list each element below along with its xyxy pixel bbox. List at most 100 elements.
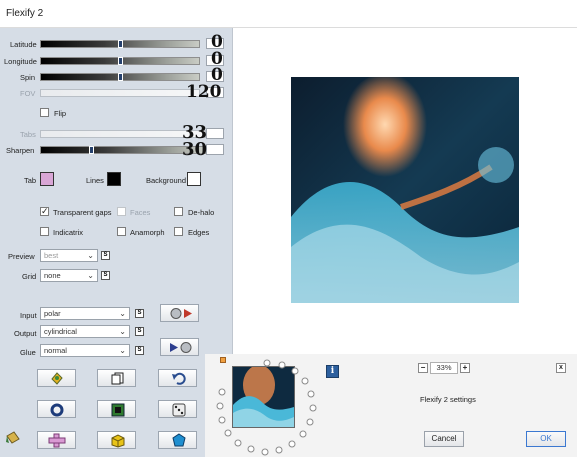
chevron-down-icon: ⌄ (119, 327, 126, 336)
settings-name: Flexify 2 settings (420, 395, 476, 404)
collapse-icon[interactable]: x (556, 363, 566, 373)
tabs-value-box[interactable] (206, 128, 224, 139)
random-tab-button[interactable] (37, 369, 76, 387)
fov-value: 120 (186, 82, 222, 102)
output-link-icon[interactable]: S (135, 327, 144, 336)
indicatrix-checkbox[interactable] (40, 227, 49, 236)
spin-value-box[interactable]: 0 (206, 67, 224, 84)
input-label: Input (20, 311, 37, 320)
grid-link-icon[interactable]: S (101, 271, 110, 280)
edges-checkbox[interactable] (174, 227, 183, 236)
ring-icon (50, 403, 64, 417)
tabs-label: Tabs (20, 130, 36, 139)
info-icon[interactable]: i (326, 365, 339, 378)
fov-slider[interactable] (40, 89, 200, 97)
zoom-in-button[interactable]: + (460, 363, 470, 373)
grid-select-value: none (44, 271, 61, 280)
ring-button[interactable] (37, 400, 76, 418)
sphere-to-flat-icon (170, 308, 192, 319)
glue-select-value: normal (44, 346, 67, 355)
output-projection-value: cylindrical (44, 327, 77, 336)
tab-color-swatch[interactable] (40, 172, 54, 186)
de-halo-checkbox[interactable] (174, 207, 183, 216)
title-bar: Flexify 2 (0, 0, 577, 28)
thumbnail-ring[interactable] (212, 358, 322, 456)
output-label: Output (14, 329, 37, 338)
latitude-value-box[interactable]: 0 (206, 34, 224, 51)
flip-checkbox[interactable] (40, 108, 49, 117)
chevron-down-icon: ⌄ (119, 309, 126, 318)
latitude-slider-thumb[interactable] (118, 40, 123, 48)
cube-icon (111, 434, 125, 448)
spin-label: Spin (20, 73, 36, 82)
flat-to-sphere-button[interactable] (160, 338, 199, 356)
flat-to-sphere-icon (170, 342, 192, 353)
edges-label: Edges (188, 228, 210, 237)
background-color-label: Background (146, 176, 187, 185)
preview-select-value: best (44, 251, 59, 260)
de-halo-label: De-halo (188, 208, 215, 217)
polyhedron-icon (172, 433, 186, 447)
copy-icon (111, 372, 124, 385)
preview-select[interactable]: best ⌄ (40, 249, 98, 262)
transparent-gaps-checkbox[interactable] (40, 206, 49, 217)
anamorph-checkbox[interactable] (117, 227, 126, 236)
glue-label: Glue (20, 348, 36, 357)
longitude-slider-thumb[interactable] (118, 57, 123, 65)
longitude-label: Longitude (4, 57, 37, 66)
lines-color-swatch[interactable] (107, 172, 121, 186)
anamorph-label: Anamorph (130, 228, 165, 237)
grid-select[interactable]: none ⌄ (40, 269, 98, 282)
output-projection-select[interactable]: cylindrical ⌄ (40, 325, 130, 338)
input-projection-value: polar (44, 309, 61, 318)
faces-checkbox[interactable] (117, 207, 126, 216)
fov-label: FOV (20, 89, 36, 98)
cross-button[interactable] (37, 431, 76, 449)
input-projection-select[interactable]: polar ⌄ (40, 307, 130, 320)
transparent-gaps-label: Transparent gaps (53, 208, 112, 217)
background-color-swatch[interactable] (187, 172, 201, 186)
preview-label: Preview (8, 252, 35, 261)
cancel-button[interactable]: Cancel (424, 431, 464, 447)
sharpen-label: Sharpen (6, 146, 35, 155)
glue-link-icon[interactable]: S (135, 346, 144, 355)
zoom-level[interactable]: 33% (430, 362, 458, 374)
latitude-slider[interactable] (40, 40, 200, 48)
flip-label: Flip (54, 109, 67, 118)
spin-slider-thumb[interactable] (118, 73, 123, 81)
preview-image (291, 77, 519, 303)
lines-color-label: Lines (86, 176, 104, 185)
spin-slider[interactable] (40, 73, 200, 81)
glue-select[interactable]: normal ⌄ (40, 344, 130, 357)
sharpen-slider-thumb[interactable] (89, 146, 94, 154)
copy-button[interactable] (97, 369, 136, 387)
paint-bucket-icon[interactable] (4, 430, 22, 446)
undo-button[interactable] (158, 369, 197, 387)
input-link-icon[interactable]: S (135, 309, 144, 318)
sphere-to-flat-button[interactable] (160, 304, 199, 322)
latitude-label: Latitude (10, 40, 37, 49)
window-title: Flexify 2 (6, 8, 44, 19)
dice-icon (172, 403, 186, 417)
dice-button[interactable] (158, 400, 197, 418)
preview-link-icon[interactable]: S (101, 251, 110, 260)
grid-label: Grid (22, 272, 37, 281)
chevron-down-icon: ⌄ (87, 251, 94, 260)
frame-icon (111, 403, 125, 417)
faces-label: Faces (130, 208, 151, 217)
longitude-slider[interactable] (40, 57, 200, 65)
undo-icon (172, 372, 186, 385)
cross-icon (48, 433, 66, 448)
sharpen-value-box[interactable] (206, 144, 224, 155)
indicatrix-label: Indicatrix (53, 228, 84, 237)
tab-color-label: Tab (24, 176, 37, 185)
sharpen-value: 30 (182, 139, 208, 160)
preview-area[interactable] (232, 28, 577, 354)
ok-button[interactable]: OK (526, 431, 566, 447)
frame-button[interactable] (97, 400, 136, 418)
chevron-down-icon: ⌄ (119, 346, 126, 355)
cube-button[interactable] (97, 431, 136, 449)
zoom-out-button[interactable]: − (418, 363, 428, 373)
polyhedron-button[interactable] (158, 431, 197, 449)
chevron-down-icon: ⌄ (87, 271, 94, 280)
